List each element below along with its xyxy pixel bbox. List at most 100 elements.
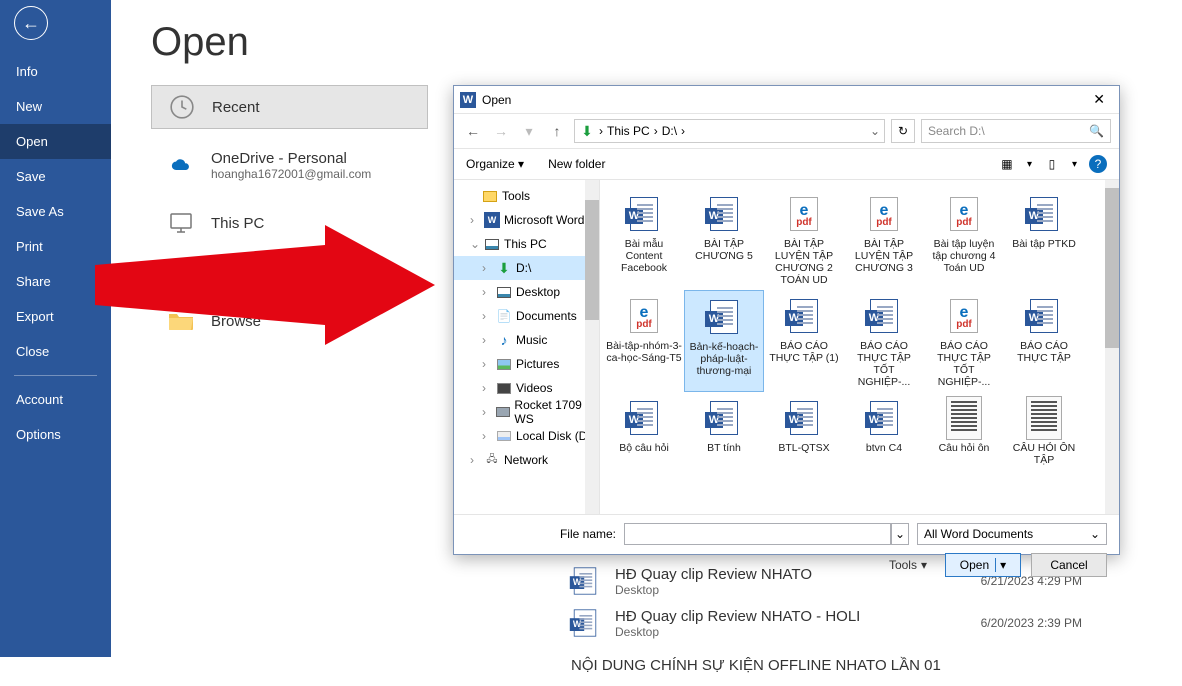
word-file-icon	[626, 192, 662, 236]
file-name: Bài-tập-nhóm-3-ca-học-Sáng-T5	[606, 340, 682, 364]
breadcrumb-item[interactable]: This PC	[607, 124, 650, 138]
address-bar[interactable]: ⬇ › This PC › D:\ › ⌄	[574, 119, 885, 143]
address-dropdown-icon[interactable]: ⌄	[870, 124, 880, 138]
organize-menu[interactable]: Organize ▾	[466, 157, 524, 171]
file-item[interactable]: BÁO CÁO THỰC TẬP TỐT NGHIỆP-...	[924, 290, 1004, 392]
file-name: BÁO CÁO THỰC TẬP TỐT NGHIỆP-...	[926, 340, 1002, 388]
collapse-icon: ⌄	[470, 237, 480, 251]
sidebar-item-save[interactable]: Save	[0, 159, 111, 194]
tree-item-d-drive[interactable]: ›⬇D:\	[454, 256, 599, 280]
nav-up-icon[interactable]: ↑	[546, 120, 568, 142]
location-thispc[interactable]: This PC	[151, 201, 428, 245]
file-name: Bản-kế-hoạch-pháp-luật-thương-mại	[687, 341, 761, 377]
pdf-file-icon	[626, 294, 662, 338]
scrollbar-thumb[interactable]	[1105, 188, 1119, 348]
file-name: BTL-QTSX	[778, 442, 829, 454]
sidebar-item-print[interactable]: Print	[0, 229, 111, 264]
location-recent[interactable]: Recent	[151, 85, 428, 129]
sidebar-item-new[interactable]: New	[0, 89, 111, 124]
tree-item[interactable]: ›Desktop	[454, 280, 599, 304]
file-name: BÁO CÁO THỰC TẬP TỐT NGHIỆP-...	[846, 340, 922, 388]
file-item[interactable]: Bài-tập-nhóm-3-ca-học-Sáng-T5	[604, 290, 684, 392]
search-placeholder: Search D:\	[928, 124, 985, 138]
dialog-title: Open	[482, 93, 511, 107]
file-item[interactable]: BTL-QTSX	[764, 392, 844, 470]
file-name: BÀI TẬP LUYỆN TẬP CHƯƠNG 3	[846, 238, 922, 274]
pdf-file-icon	[946, 192, 982, 236]
location-browse[interactable]: Browse	[151, 299, 428, 343]
file-name: BÁO CÁO THỰC TẬP	[1006, 340, 1082, 364]
chevron-down-icon[interactable]: ▾	[1027, 159, 1032, 170]
location-onedrive[interactable]: OneDrive - Personal hoangha1672001@gmail…	[151, 143, 428, 187]
tree-item[interactable]: ›Rocket 1709 WS	[454, 400, 599, 424]
tree-scrollbar[interactable]	[585, 180, 599, 514]
file-filter-dropdown[interactable]: All Word Documents ⌄	[917, 523, 1107, 545]
sidebar-item-saveas[interactable]: Save As	[0, 194, 111, 229]
chevron-down-icon[interactable]: ▾	[1072, 159, 1077, 170]
file-item[interactable]: BÀI TẬP CHƯƠNG 5	[684, 188, 764, 290]
recent-label: Recent	[212, 99, 260, 116]
open-split-icon[interactable]: ▾	[995, 558, 1006, 572]
chevron-down-icon: ▾	[921, 558, 927, 572]
file-item[interactable]: BÁO CÁO THỰC TẬP	[1004, 290, 1084, 392]
breadcrumb-item[interactable]: D:\	[662, 124, 677, 138]
filename-label: File name:	[466, 527, 616, 541]
help-icon[interactable]: ?	[1089, 155, 1107, 173]
cancel-button[interactable]: Cancel	[1031, 553, 1107, 577]
sidebar-item-export[interactable]: Export	[0, 299, 111, 334]
file-item[interactable]: btvn C4	[844, 392, 924, 470]
nav-forward-icon: →	[490, 120, 512, 142]
tree-item[interactable]: Tools	[454, 184, 599, 208]
dialog-titlebar: W Open ✕	[454, 86, 1119, 114]
tree-item[interactable]: ›Pictures	[454, 352, 599, 376]
file-item[interactable]: Câu hỏi ôn	[924, 392, 1004, 470]
refresh-button[interactable]: ↻	[891, 119, 915, 143]
recent-file[interactable]: NỘI DUNG CHÍNH SỰ KIỆN OFFLINE NHATO LẦN…	[571, 644, 1122, 686]
nav-back-icon[interactable]: ←	[462, 120, 484, 142]
file-name: Bộ câu hỏi	[619, 442, 669, 454]
tree-item[interactable]: ›Videos	[454, 376, 599, 400]
filename-input[interactable]	[624, 523, 891, 545]
file-item[interactable]: Bản-kế-hoạch-pháp-luật-thương-mại	[684, 290, 764, 392]
file-item[interactable]: Bài tập PTKD	[1004, 188, 1084, 290]
sidebar-item-info[interactable]: Info	[0, 54, 111, 89]
file-item[interactable]: BT tính	[684, 392, 764, 470]
file-item[interactable]: Bài tập luyện tập chương 4 Toán UD	[924, 188, 1004, 290]
tree-item[interactable]: ›🖧Network	[454, 448, 599, 472]
expand-icon: ›	[470, 453, 480, 467]
nav-history-icon[interactable]: ▾	[518, 120, 540, 142]
file-item[interactable]: BÀI TẬP LUYỆN TẬP CHƯƠNG 3	[844, 188, 924, 290]
tree-item[interactable]: ›♪Music	[454, 328, 599, 352]
sidebar-item-close[interactable]: Close	[0, 334, 111, 369]
file-item[interactable]: Bài mẫu Content Facebook	[604, 188, 684, 290]
close-button[interactable]: ✕	[1085, 91, 1113, 108]
tree-item[interactable]: ›WMicrosoft Word	[454, 208, 599, 232]
file-item[interactable]: BÁO CÁO THỰC TẬP (1)	[764, 290, 844, 392]
filename-dropdown[interactable]: ⌄	[891, 523, 909, 545]
file-item[interactable]: BÀI TẬP LUYỆN TẬP CHƯƠNG 2 TOÁN UD	[764, 188, 844, 290]
sidebar-item-account[interactable]: Account	[0, 382, 111, 417]
file-item[interactable]: BÁO CÁO THỰC TẬP TỐT NGHIỆP-...	[844, 290, 924, 392]
sidebar-item-share[interactable]: Share	[0, 264, 111, 299]
tools-menu[interactable]: Tools▾	[889, 558, 927, 572]
recent-file[interactable]: HĐ Quay clip Review NHATO - HOLIDesktop …	[571, 602, 1122, 644]
view-large-icon[interactable]: ▦	[999, 156, 1015, 172]
back-button[interactable]: ←	[14, 6, 48, 40]
tree-item[interactable]: ›📄Documents	[454, 304, 599, 328]
scrollbar-thumb[interactable]	[585, 200, 599, 320]
open-button[interactable]: Open▾	[945, 553, 1021, 577]
files-scrollbar[interactable]	[1105, 180, 1119, 514]
word-file-icon	[866, 294, 902, 338]
search-input[interactable]: Search D:\ 🔍	[921, 119, 1111, 143]
new-folder-button[interactable]: New folder	[548, 157, 605, 171]
dialog-nav-row: ← → ▾ ↑ ⬇ › This PC › D:\ › ⌄ ↻ Search D…	[454, 114, 1119, 148]
network-icon: 🖧	[484, 452, 500, 468]
sidebar-item-open[interactable]: Open	[0, 124, 111, 159]
preview-pane-icon[interactable]: ▯	[1044, 156, 1060, 172]
file-item[interactable]: Bộ câu hỏi	[604, 392, 684, 470]
tree-item[interactable]: ›Local Disk (D:)	[454, 424, 599, 448]
sidebar-item-options[interactable]: Options	[0, 417, 111, 452]
file-item[interactable]: CÂU HỎI ÔN TẬP	[1004, 392, 1084, 470]
tree-item-thispc[interactable]: ⌄This PC	[454, 232, 599, 256]
breadcrumb-separator: ›	[599, 124, 603, 138]
